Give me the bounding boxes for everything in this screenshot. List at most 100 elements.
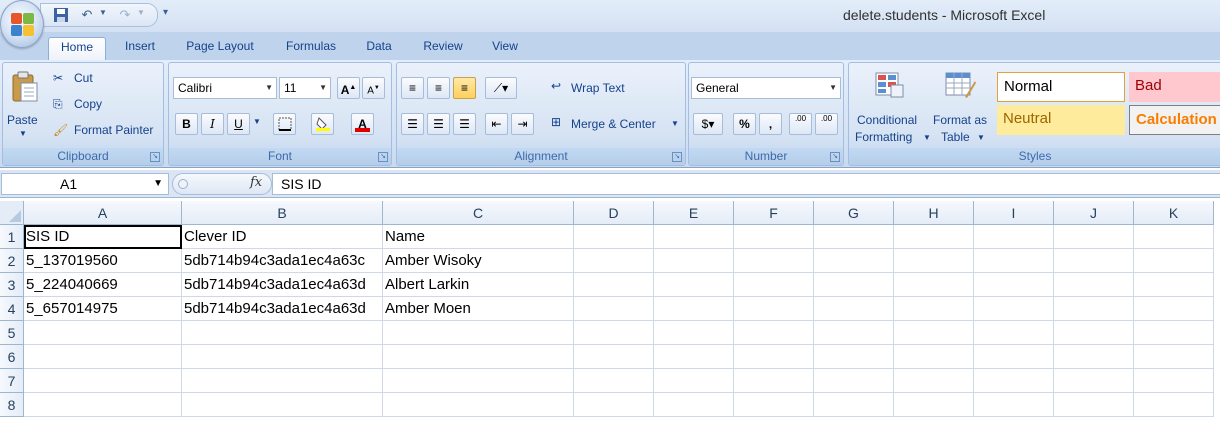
tab-page-layout[interactable]: Page Layout <box>176 37 264 60</box>
cell-i3[interactable] <box>974 273 1054 297</box>
cell-e8[interactable] <box>654 393 734 417</box>
cell-f3[interactable] <box>734 273 814 297</box>
redo-icon[interactable]: ↷ <box>117 7 133 23</box>
tab-data[interactable]: Data <box>356 37 402 60</box>
cell-h4[interactable] <box>894 297 974 321</box>
cell-g1[interactable] <box>814 225 894 249</box>
cell-k3[interactable] <box>1134 273 1214 297</box>
accounting-format-icon[interactable]: $▾ <box>693 113 723 135</box>
office-button[interactable] <box>0 0 44 48</box>
cell-f4[interactable] <box>734 297 814 321</box>
cell-d4[interactable] <box>574 297 654 321</box>
cell-i5[interactable] <box>974 321 1054 345</box>
column-header-b[interactable]: B <box>182 201 383 225</box>
select-all-button[interactable] <box>0 201 24 225</box>
cell-f6[interactable] <box>734 345 814 369</box>
font-name-combo[interactable]: Calibri ▼ <box>173 77 277 99</box>
cell-k4[interactable] <box>1134 297 1214 321</box>
cell-k6[interactable] <box>1134 345 1214 369</box>
cell-f5[interactable] <box>734 321 814 345</box>
cell-g7[interactable] <box>814 369 894 393</box>
percent-button[interactable]: % <box>733 113 756 135</box>
cell-b1[interactable]: Clever ID <box>182 225 383 249</box>
row-header-6[interactable]: 6 <box>0 345 24 369</box>
shrink-font-button[interactable]: A▼ <box>362 77 385 99</box>
column-header-i[interactable]: I <box>974 201 1054 225</box>
column-header-c[interactable]: C <box>383 201 574 225</box>
format-as-table-button[interactable]: Format as <box>933 113 987 127</box>
cell-d3[interactable] <box>574 273 654 297</box>
row-header-2[interactable]: 2 <box>0 249 24 273</box>
column-header-j[interactable]: J <box>1054 201 1134 225</box>
orientation-icon[interactable]: ⟋▾ <box>485 77 517 99</box>
cell-j1[interactable] <box>1054 225 1134 249</box>
cell-c1[interactable]: Name <box>383 225 574 249</box>
font-launcher-icon[interactable]: ↘ <box>378 152 388 162</box>
style-normal[interactable]: Normal <box>997 72 1125 102</box>
cell-a3[interactable]: 5_224040669 <box>24 273 182 297</box>
cell-d8[interactable] <box>574 393 654 417</box>
conditional-formatting-button[interactable]: Conditional <box>857 113 917 127</box>
cell-h8[interactable] <box>894 393 974 417</box>
borders-button[interactable] <box>273 113 296 135</box>
merge-center-icon[interactable]: ⊞ <box>551 115 561 129</box>
fill-color-button[interactable] <box>311 113 334 135</box>
cell-d1[interactable] <box>574 225 654 249</box>
cell-c3[interactable]: Albert Larkin <box>383 273 574 297</box>
cell-j3[interactable] <box>1054 273 1134 297</box>
cell-d5[interactable] <box>574 321 654 345</box>
cell-g5[interactable] <box>814 321 894 345</box>
customize-qat-icon[interactable]: ▾ <box>163 7 168 18</box>
cell-i8[interactable] <box>974 393 1054 417</box>
alignment-launcher-icon[interactable]: ↘ <box>672 152 682 162</box>
wrap-text-button[interactable]: Wrap Text <box>571 81 625 95</box>
cell-h3[interactable] <box>894 273 974 297</box>
bottom-align-icon[interactable]: ≡ <box>453 77 476 99</box>
conditional-formatting-button-line2[interactable]: Formatting <box>855 130 912 144</box>
cell-e2[interactable] <box>654 249 734 273</box>
column-header-h[interactable]: H <box>894 201 974 225</box>
copy-button[interactable]: Copy <box>74 97 102 111</box>
cell-c8[interactable] <box>383 393 574 417</box>
cell-a4[interactable]: 5_657014975 <box>24 297 182 321</box>
cell-e3[interactable] <box>654 273 734 297</box>
cell-j7[interactable] <box>1054 369 1134 393</box>
cell-j6[interactable] <box>1054 345 1134 369</box>
row-header-3[interactable]: 3 <box>0 273 24 297</box>
cell-i4[interactable] <box>974 297 1054 321</box>
tab-view[interactable]: View <box>482 37 528 60</box>
cell-d7[interactable] <box>574 369 654 393</box>
cell-b2[interactable]: 5db714b94c3ada1ec4a63c <box>182 249 383 273</box>
decrease-indent-icon[interactable]: ⇤ <box>485 113 508 135</box>
cell-e5[interactable] <box>654 321 734 345</box>
cell-c6[interactable] <box>383 345 574 369</box>
underline-button[interactable]: U <box>227 113 250 135</box>
cell-k7[interactable] <box>1134 369 1214 393</box>
row-header-1[interactable]: 1 <box>0 225 24 249</box>
cell-a2[interactable]: 5_137019560 <box>24 249 182 273</box>
cut-button[interactable]: Cut <box>74 71 93 85</box>
cell-j5[interactable] <box>1054 321 1134 345</box>
cell-k2[interactable] <box>1134 249 1214 273</box>
cell-i6[interactable] <box>974 345 1054 369</box>
cell-f8[interactable] <box>734 393 814 417</box>
cell-f7[interactable] <box>734 369 814 393</box>
cell-h7[interactable] <box>894 369 974 393</box>
number-format-combo[interactable]: General ▼ <box>691 77 841 99</box>
format-as-table-dropdown-icon[interactable]: ▼ <box>977 133 985 142</box>
save-icon[interactable] <box>53 7 69 23</box>
row-header-4[interactable]: 4 <box>0 297 24 321</box>
format-painter-button[interactable]: Format Painter <box>74 123 153 137</box>
style-neutral[interactable]: Neutral <box>997 105 1125 135</box>
format-painter-icon[interactable]: 🖌 <box>53 123 68 137</box>
insert-function-button[interactable]: fx <box>250 175 262 190</box>
cell-a7[interactable] <box>24 369 182 393</box>
cell-c2[interactable]: Amber Wisoky <box>383 249 574 273</box>
cell-d6[interactable] <box>574 345 654 369</box>
cell-i2[interactable] <box>974 249 1054 273</box>
cell-e4[interactable] <box>654 297 734 321</box>
cell-c7[interactable] <box>383 369 574 393</box>
wrap-text-icon[interactable]: ↩ <box>551 79 561 93</box>
column-header-f[interactable]: F <box>734 201 814 225</box>
tab-insert[interactable]: Insert <box>114 37 166 60</box>
